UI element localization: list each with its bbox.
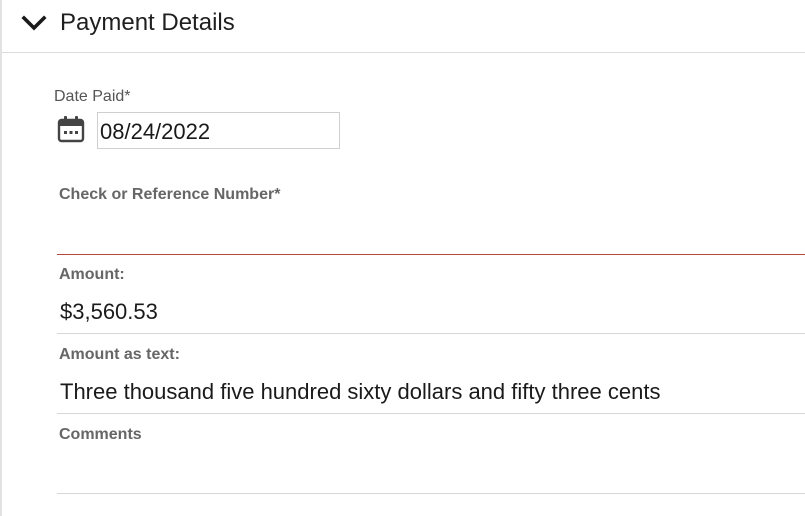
amount-text-label: Amount as text:: [59, 346, 180, 363]
calendar-icon[interactable]: [57, 115, 85, 143]
date-paid-label: Date Paid*: [54, 88, 131, 105]
payment-details-header[interactable]: Payment Details: [2, 0, 805, 53]
amount-label: Amount:: [59, 266, 125, 283]
amount-value: $3,560.53: [57, 296, 805, 334]
comments-label: Comments: [59, 426, 142, 443]
payment-details-panel: Payment Details Date Paid* Check or Refe…: [0, 0, 805, 516]
chevron-down-icon[interactable]: [21, 11, 47, 37]
section-title: Payment Details: [60, 9, 235, 36]
amount-text-value: Three thousand five hundred sixty dollar…: [57, 375, 805, 414]
reference-number-label: Check or Reference Number*: [59, 186, 281, 203]
comments-input[interactable]: [57, 452, 805, 494]
date-paid-input[interactable]: [97, 112, 340, 149]
reference-number-input[interactable]: [57, 212, 805, 255]
